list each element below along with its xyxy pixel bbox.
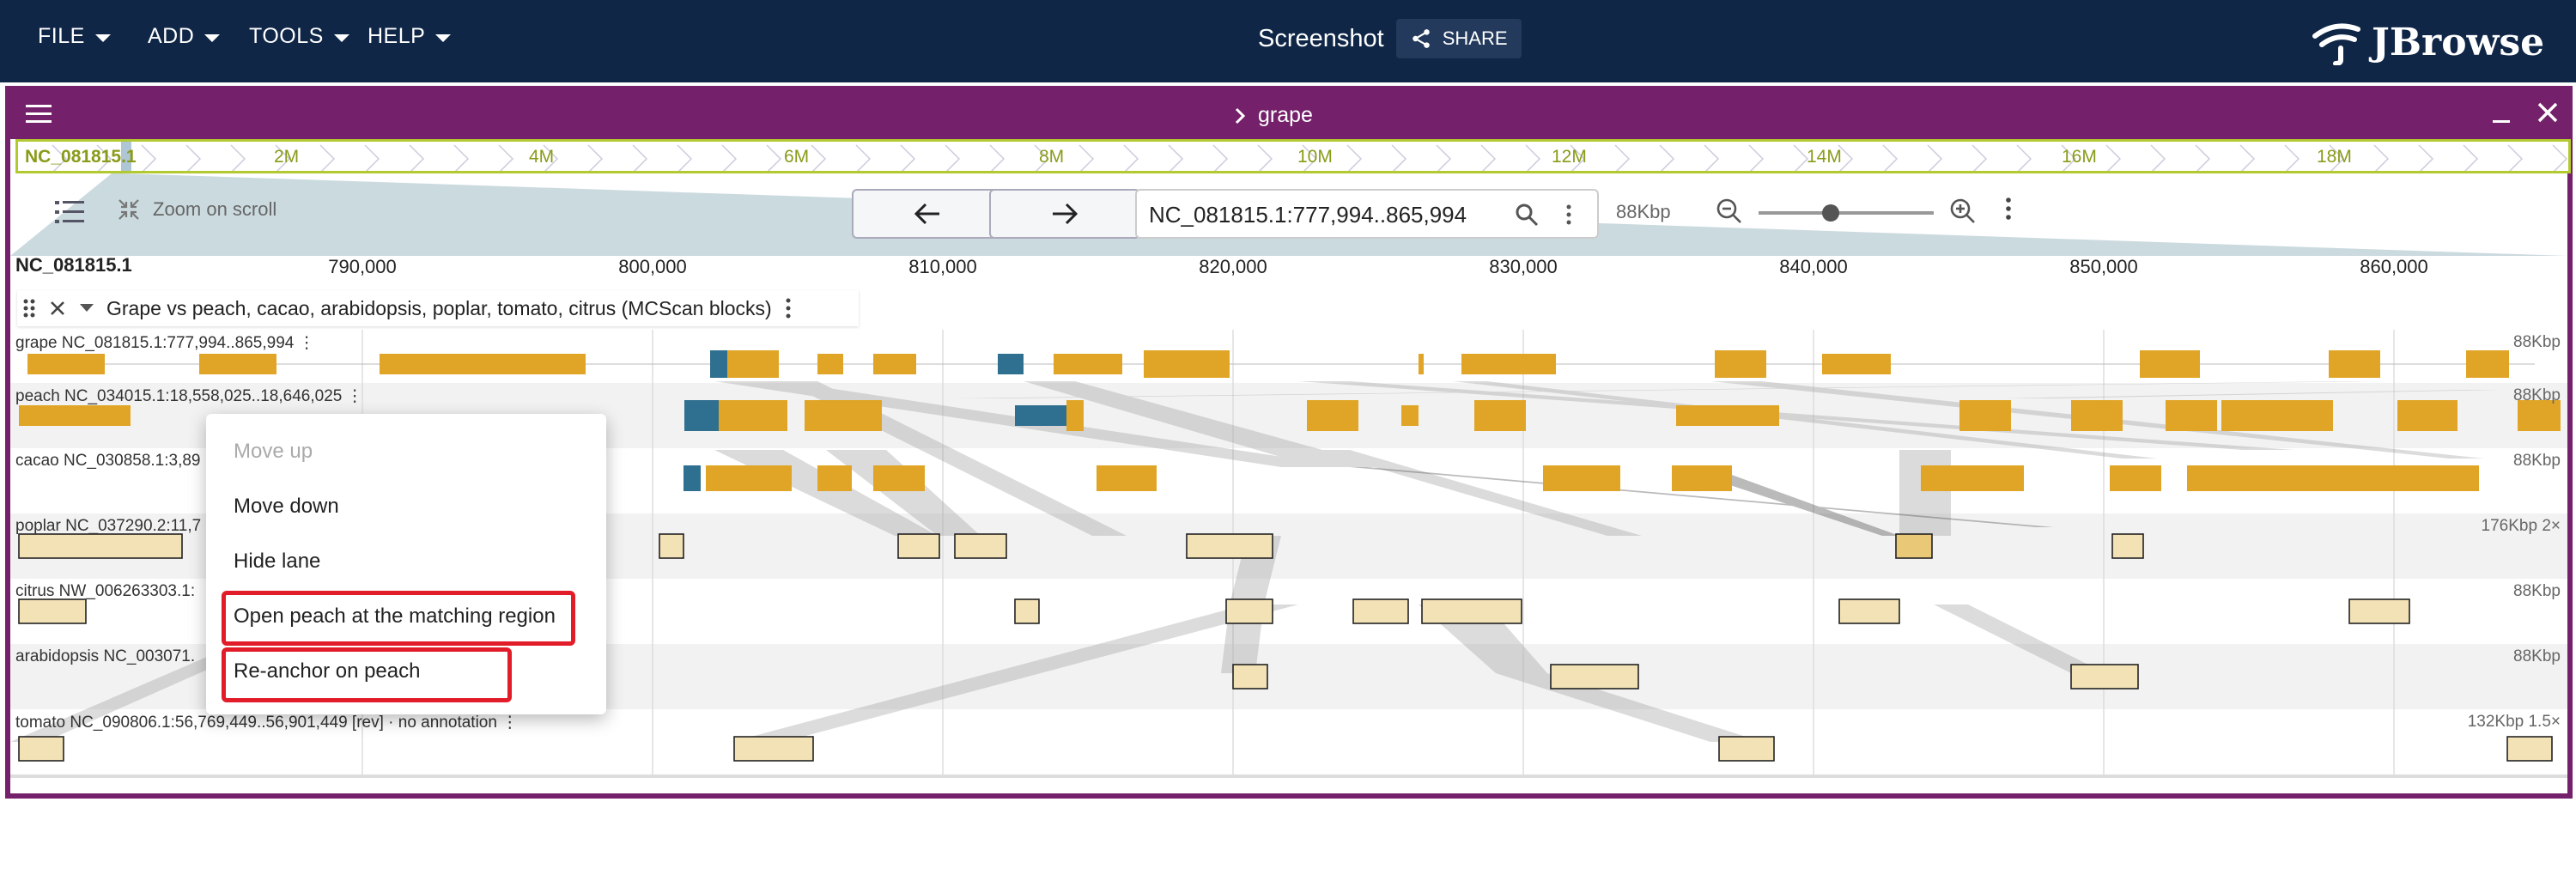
search-icon[interactable] [1515,203,1539,227]
lane-label[interactable]: grape NC_081815.1:777,994..865,994 ⋮ [15,333,315,353]
menu-item-hide-lane[interactable]: Hide lane [234,550,320,574]
overview-label: 12M [1552,147,1587,167]
lane-width-label: 88Kbp [2513,582,2561,600]
file-menu-label: FILE [38,24,85,48]
ruler-tick-label: 810,000 [908,256,977,277]
more-vertical-icon[interactable] [1564,203,1573,227]
lane-label[interactable]: peach NC_034015.1:18,558,025..18,646,025… [15,386,363,406]
overview-label: 10M [1297,147,1333,167]
collapse-arrows-icon [118,199,139,220]
close-track-icon[interactable] [48,299,67,318]
session-title-area: Screenshot SHARE [1258,19,1522,58]
overview-label: 2M [274,147,300,167]
close-icon[interactable] [2535,100,2561,125]
lane-label[interactable]: poplar NC_037290.2:11,7 [15,517,201,536]
hamburger-menu-icon[interactable] [26,103,52,125]
lane-context-menu: Move up Move down Hide lane Open peach a… [206,414,606,714]
zoom-slider-thumb[interactable] [1822,204,1839,222]
view-name[interactable]: grape [1234,103,1313,128]
logo-text: JBrowse [2372,20,2545,64]
bp-per-view: 88Kbp [1616,201,1671,222]
lane-width-label: 132Kbp 1.5× [2467,713,2561,731]
jbrowse-logo-icon [2312,23,2360,65]
ruler-tick-label: 840,000 [1779,256,1848,277]
caret-down-icon [204,33,221,42]
ruler-tick-label: 830,000 [1489,256,1558,277]
lane-label[interactable]: cacao NC_030858.1:3,89 [15,452,201,471]
share-button[interactable]: SHARE [1395,19,1522,58]
minimize-icon[interactable] [2490,103,2512,125]
chevron-down-icon[interactable] [79,303,94,313]
lane-width-label: 88Kbp [2513,333,2561,351]
tools-menu[interactable]: TOOLS [249,24,349,49]
overview-ruler[interactable]: NC_081815.1 2M 4M 6M 8M 10M 12M 14M 16M … [15,139,2571,173]
menu-item-reanchor-peach[interactable]: Re-anchor on peach [234,659,420,683]
overview-label: 18M [2317,147,2352,167]
ruler-chromosome: NC_081815.1 [15,254,132,276]
overview-label: 16M [2062,147,2097,167]
help-menu-label: HELP [368,24,426,48]
overview-chromosome: NC_081815.1 [25,147,137,167]
overview-label: 4M [529,147,555,167]
chevron-right-icon [1235,107,1246,124]
lane-width-label: 88Kbp [2513,647,2561,665]
ruler-tick-label: 820,000 [1199,256,1267,277]
synteny-track-title: Grape vs peach, cacao, arabidopsis, popl… [106,296,772,319]
overview-label: 14M [1807,147,1842,167]
lane-label[interactable]: citrus NW_006263303.1: [15,582,195,601]
zoom-on-scroll-label: Zoom on scroll [153,198,277,220]
scroll-left-button[interactable] [852,189,1003,239]
add-menu-label: ADD [148,24,195,48]
share-label: SHARE [1442,27,1508,49]
ruler-tick-label: 800,000 [618,256,687,277]
overview-label: 8M [1039,147,1065,167]
zoom-slider[interactable] [1759,211,1934,215]
overview-chevrons [52,142,2568,171]
location-search-box[interactable]: NC_081815.1:777,994..865,994 [1135,189,1599,239]
drag-handle-icon[interactable] [22,298,36,319]
caret-down-icon [435,33,452,42]
ruler-tick-label: 860,000 [2360,256,2428,277]
menu-item-open-peach[interactable]: Open peach at the matching region [234,604,556,629]
view-header: grape [10,91,2567,139]
session-title[interactable]: Screenshot [1258,25,1384,53]
menu-item-move-down[interactable]: Move down [234,495,339,519]
caret-down-icon [94,33,111,42]
lane-width-label: 88Kbp [2513,452,2561,470]
view-name-label: grape [1258,103,1313,127]
zoom-out-icon[interactable] [1716,197,1743,225]
ruler-tick-label: 850,000 [2069,256,2138,277]
caret-down-icon [333,33,349,42]
more-vertical-icon[interactable] [2004,196,2013,222]
lane-label[interactable]: tomato NC_090806.1:56,769,449..56,901,44… [15,713,518,732]
more-vertical-icon[interactable] [784,297,793,319]
arrow-left-icon [914,203,939,225]
menu-item-move-up: Move up [234,440,313,463]
zoom-in-icon[interactable] [1949,197,1977,225]
help-menu[interactable]: HELP [368,24,452,49]
track-selector-icon[interactable] [55,199,84,225]
lane-label[interactable]: arabidopsis NC_003071. [15,647,195,666]
app-bar: FILE ADD TOOLS HELP Screenshot SHARE JBr… [0,0,2576,82]
zoom-on-scroll-toggle[interactable]: Zoom on scroll [117,197,276,222]
lane-width-label: 176Kbp 2× [2481,517,2561,535]
tools-menu-label: TOOLS [249,24,324,48]
main-ruler[interactable]: NC_081815.1 790,000 800,000 810,000 820,… [10,251,2567,287]
location-input[interactable]: NC_081815.1:777,994..865,994 [1149,202,1467,228]
ruler-tick-label: 790,000 [328,256,397,277]
scroll-right-button[interactable] [989,189,1140,239]
arrow-right-icon [1053,203,1078,225]
add-menu[interactable]: ADD [148,24,221,49]
file-menu[interactable]: FILE [38,24,111,49]
lane-width-label: 88Kbp [2513,386,2561,404]
synteny-track-header: Grape vs peach, cacao, arabidopsis, popl… [17,290,859,326]
overview-label: 6M [784,147,810,167]
jbrowse-logo: JBrowse [2310,19,2544,65]
share-icon [1412,29,1430,48]
